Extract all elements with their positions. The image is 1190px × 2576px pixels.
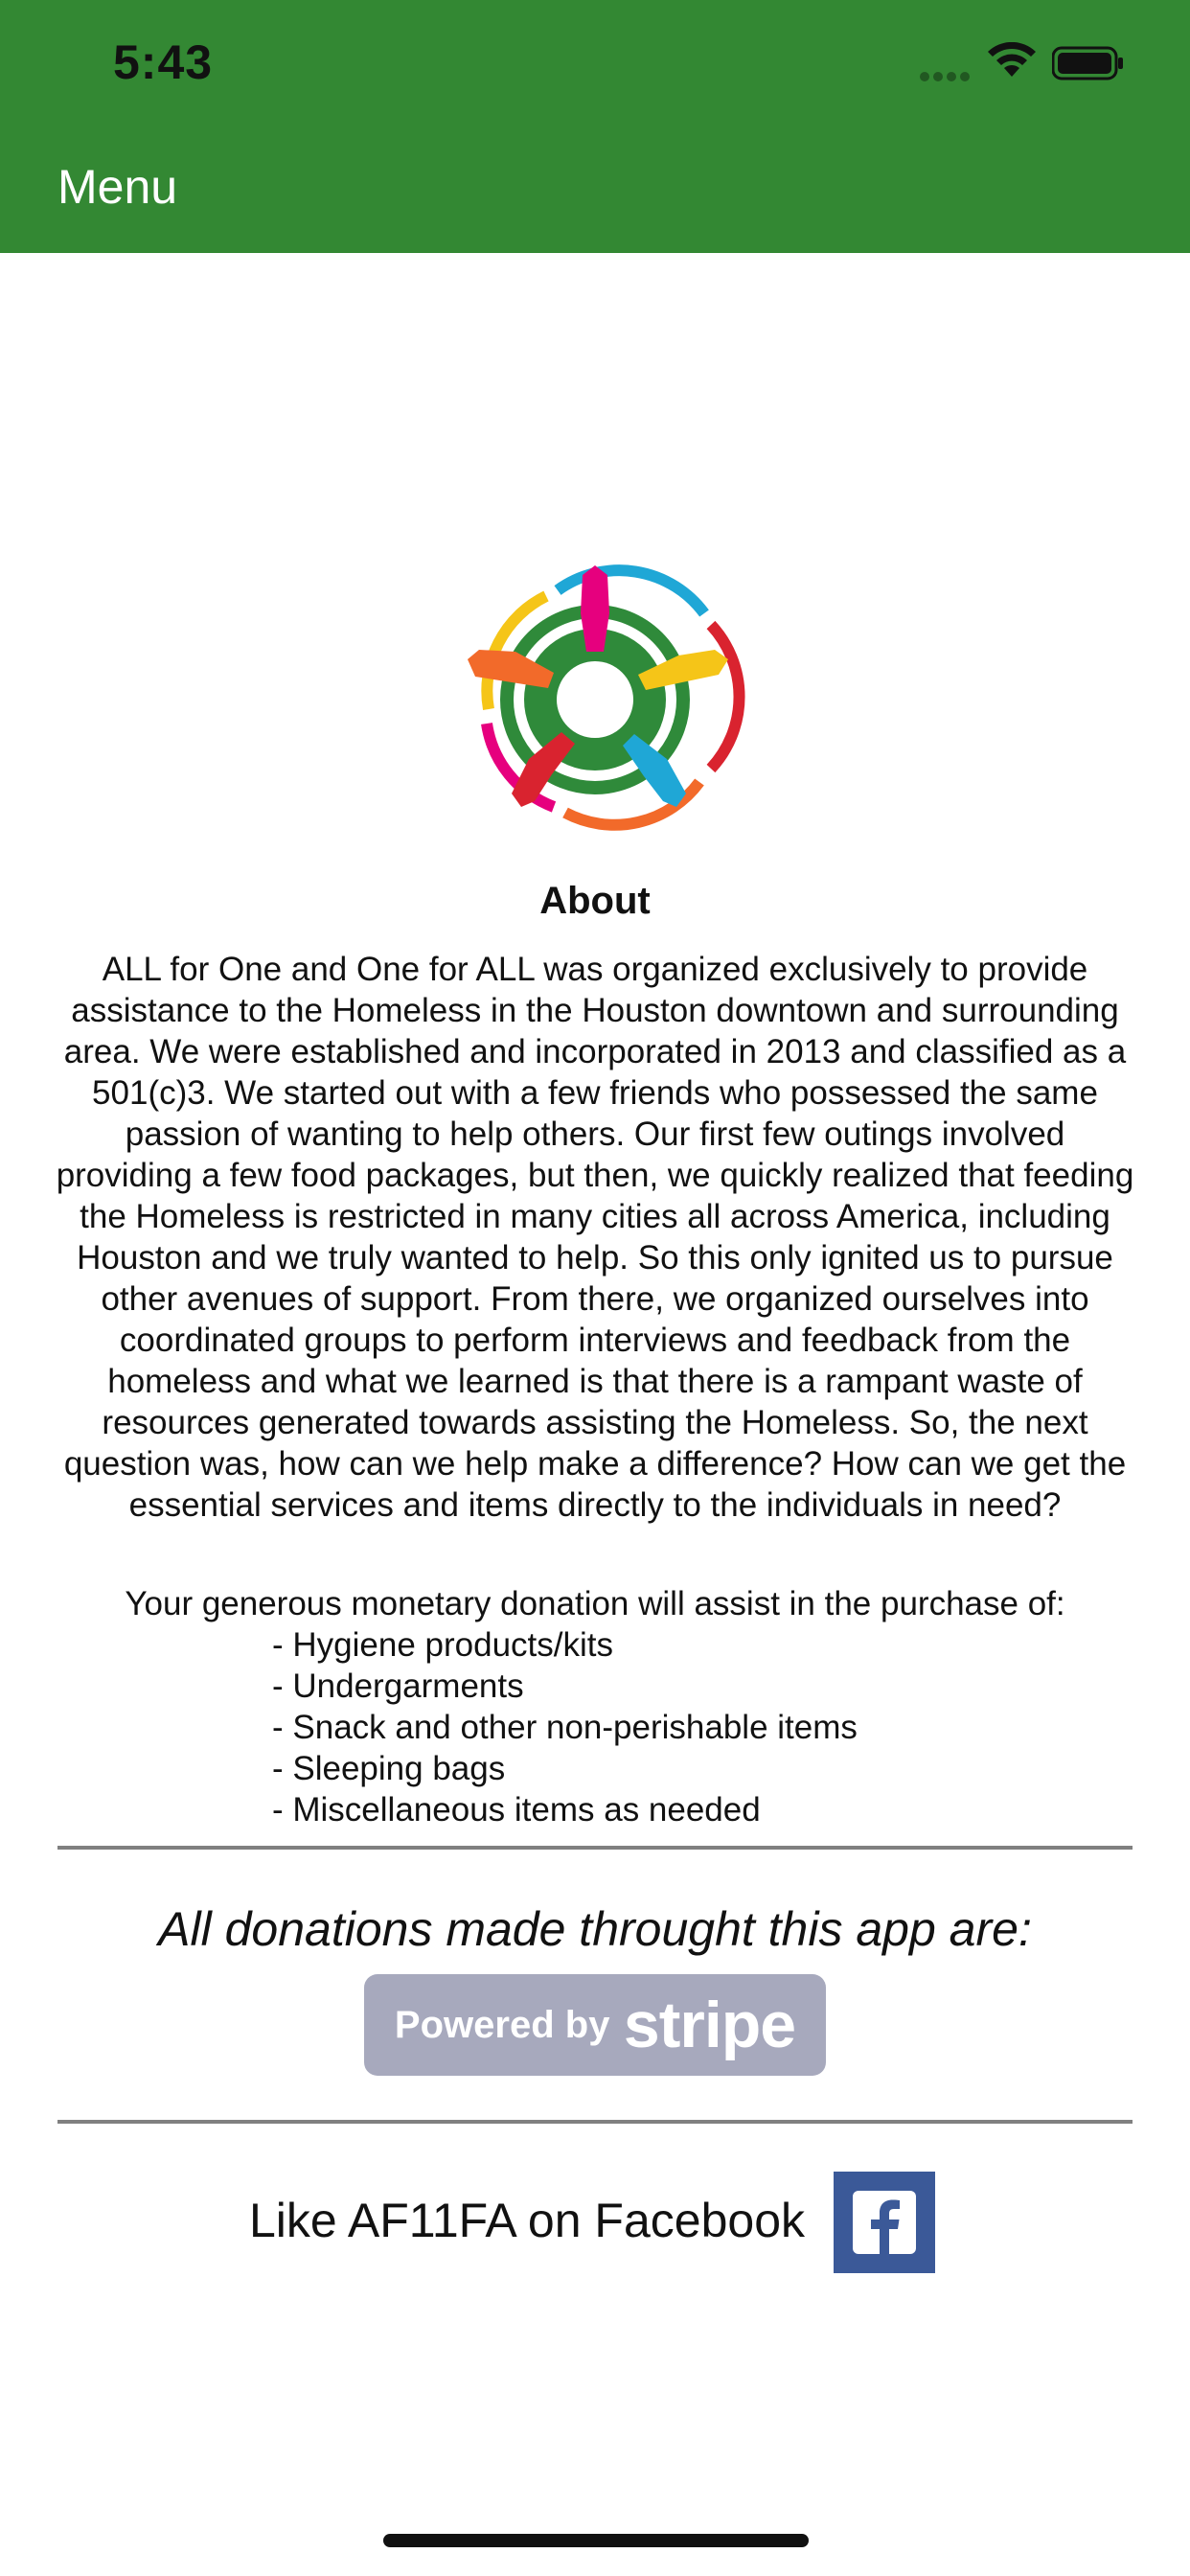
stripe-logo: stripe — [623, 1989, 796, 2061]
badge-prefix: Powered by — [394, 2004, 610, 2046]
powered-by-stripe-badge: Powered by stripe — [364, 1974, 826, 2076]
donation-intro: Your generous monetary donation will ass… — [125, 1585, 1065, 1622]
cellular-signal-icon — [920, 69, 973, 82]
facebook-label: Like AF11FA on Facebook — [249, 2194, 806, 2247]
home-indicator[interactable] — [383, 2534, 809, 2547]
list-item: - Undergarments — [272, 1668, 524, 1705]
list-item: - Snack and other non-perishable items — [272, 1709, 858, 1746]
divider — [57, 2120, 1133, 2124]
hands-globe-logo — [468, 564, 745, 831]
status-time: 5:43 — [113, 35, 214, 89]
about-title: About — [539, 880, 651, 922]
menu-button[interactable]: Menu — [57, 159, 177, 215]
list-item: - Hygiene products/kits — [272, 1626, 613, 1664]
facebook-icon[interactable] — [834, 2172, 935, 2273]
donations-note: All donations made throught this app are… — [158, 1902, 1032, 1956]
app-header: 5:43 Menu — [0, 0, 1190, 253]
list-item: - Miscellaneous items as needed — [272, 1791, 761, 1828]
donation-items-list: - Hygiene products/kits - Undergarments … — [272, 1624, 1058, 1830]
list-item: - Sleeping bags — [272, 1750, 506, 1787]
about-description: ALL for One and One for ALL was organize… — [56, 951, 1134, 1524]
divider — [57, 1846, 1133, 1850]
battery-icon — [1052, 46, 1123, 80]
wifi-icon — [988, 42, 1036, 77]
facebook-like-row: Like AF11FA on Facebook — [0, 2172, 1190, 2275]
